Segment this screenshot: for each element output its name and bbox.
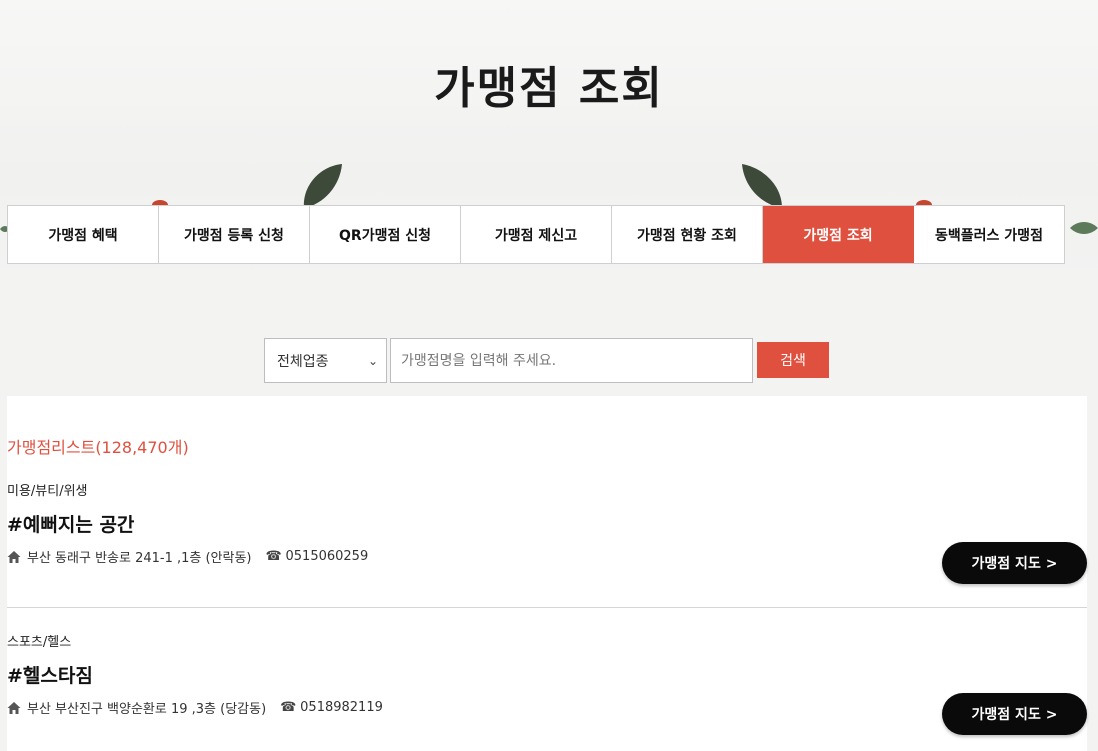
merchant-count: 가맹점리스트(128,470개) [7,438,189,457]
tab-merchant-registration[interactable]: 가맹점 등록 신청 [159,206,310,263]
tab-merchant-search[interactable]: 가맹점 조회 [763,206,914,263]
merchant-list: 가맹점리스트(128,470개) 미용/뷰티/위생 #예뻐지는 공간 부산 동래… [7,396,1087,751]
list-divider [7,607,1087,608]
store-category: 미용/뷰티/위생 [7,484,88,499]
phone-icon: ☎ [265,549,282,564]
tab-qr-merchant-application[interactable]: QR가맹점 신청 [310,206,461,263]
list-item: 스포츠/헬스 #헬스타짐 부산 부산진구 백양순환로 19 ,3층 (당감동) … [7,631,1087,735]
list-item: 미용/뷰티/위생 #예뻐지는 공간 부산 동래구 반송로 241-1 ,1층 (… [7,480,1087,584]
store-phone: 0515060259 [285,549,369,564]
chevron-down-icon: ⌄ [367,353,378,368]
merchant-map-button[interactable]: 가맹점 지도 > [942,542,1087,584]
leaf-decoration-icon [303,164,342,208]
category-select[interactable]: 전체업종 ⌄ [264,338,387,383]
store-info: 부산 부산진구 백양순환로 19 ,3층 (당감동) ☎ 0518982119 [7,698,383,717]
home-icon [7,550,21,563]
store-address: 부산 동래구 반송로 241-1 ,1층 (안락동) [27,551,252,566]
tab-merchant-report[interactable]: 가맹점 제신고 [461,206,612,263]
page-title: 가맹점 조회 [434,63,664,114]
home-icon [7,701,21,714]
store-phone: 0518982119 [300,700,383,715]
search-input[interactable] [390,338,753,383]
store-info: 부산 동래구 반송로 241-1 ,1층 (안락동) ☎ 0515060259 [7,547,368,566]
leaf-decoration-icon [1070,222,1098,234]
store-name: #예뻐지는 공간 [7,514,135,536]
store-category: 스포츠/헬스 [7,635,72,650]
phone-icon: ☎ [280,700,297,715]
store-name: #헬스타짐 [7,665,93,687]
category-select-value: 전체업종 [277,353,329,370]
search-bar: 전체업종 ⌄ [264,338,753,383]
leaf-decoration-icon [742,164,782,208]
store-address: 부산 부산진구 백양순환로 19 ,3층 (당감동) [27,702,267,717]
tab-bar: 가맹점 혜택 가맹점 등록 신청 QR가맹점 신청 가맹점 제신고 가맹점 현황… [7,205,1065,264]
tab-merchant-status[interactable]: 가맹점 현황 조회 [612,206,763,263]
search-button[interactable]: 검색 [757,342,829,378]
tab-dongbaek-plus-merchants[interactable]: 동백플러스 가맹점 [914,206,1064,263]
tab-merchant-benefits[interactable]: 가맹점 혜택 [8,206,159,263]
merchant-map-button[interactable]: 가맹점 지도 > [942,693,1087,735]
